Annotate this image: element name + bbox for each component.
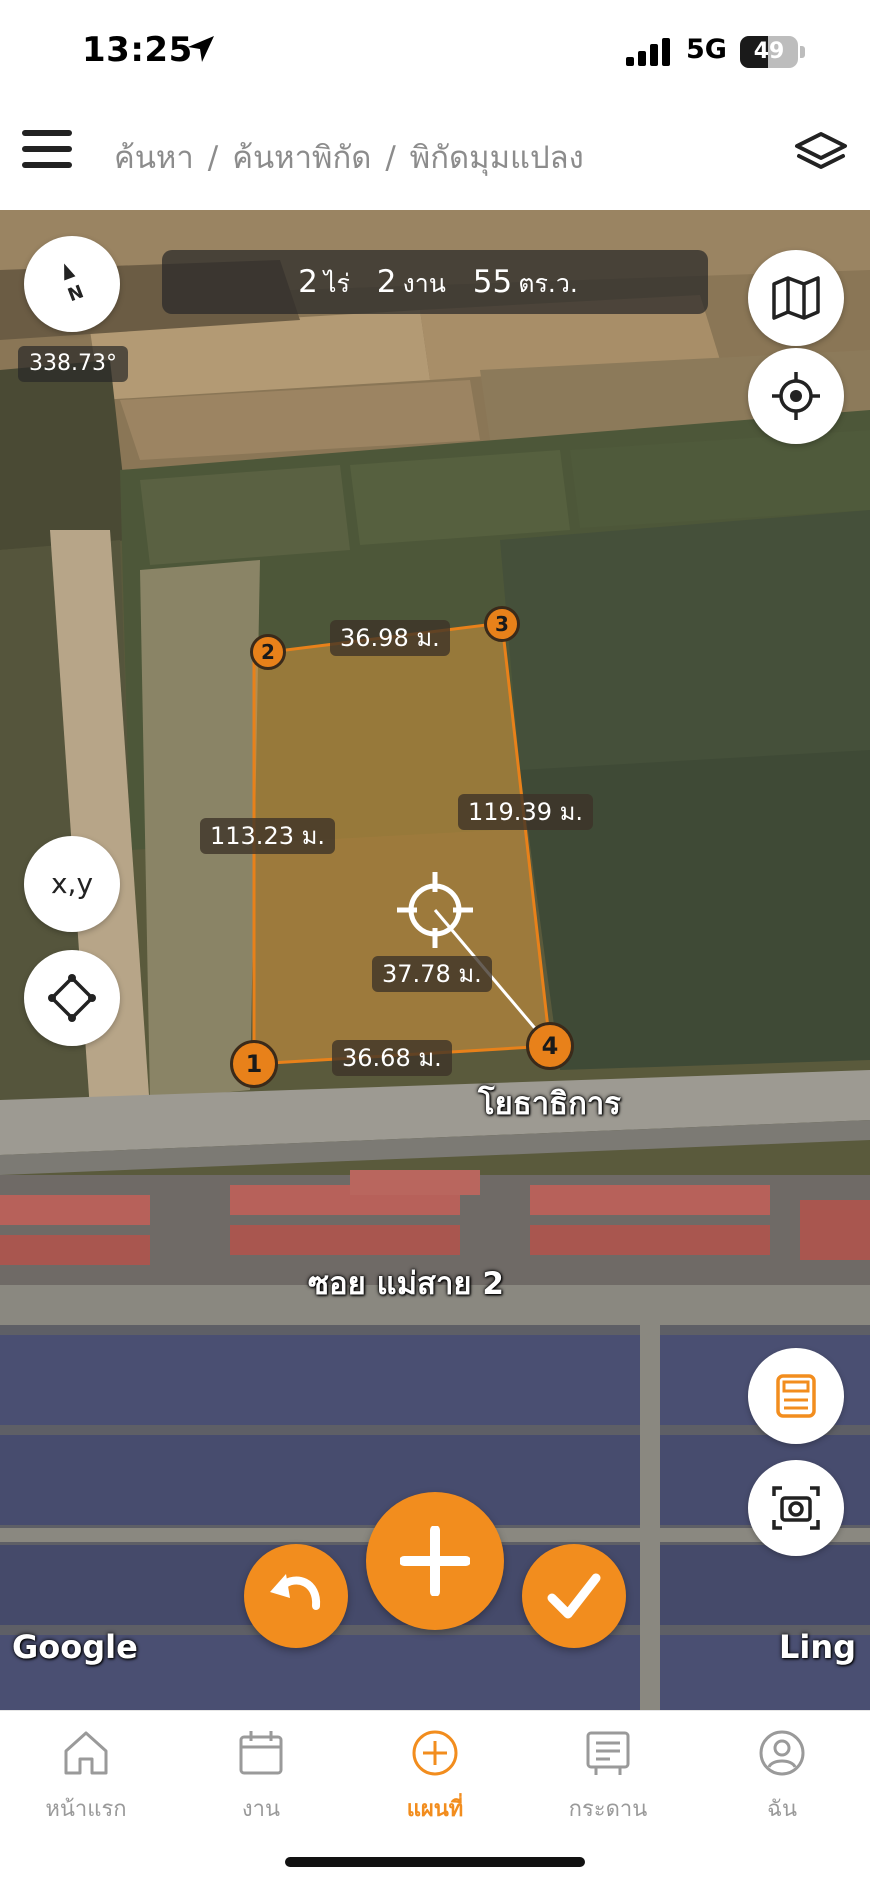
vertex-marker-2[interactable]: 2 xyxy=(250,634,286,670)
plus-circle-icon xyxy=(412,1730,458,1776)
crosshair-gps-icon xyxy=(772,372,820,420)
distance-label-cursor: 37.78 ม. xyxy=(372,956,492,992)
breadcrumb-item-plot-corners: พิกัดมุมแปลง xyxy=(409,140,584,176)
area-ngan-unit: งาน xyxy=(402,269,446,298)
plus-icon xyxy=(400,1526,470,1596)
distance-label-left: 113.23 ม. xyxy=(200,818,336,854)
vertex-marker-1[interactable]: 1 xyxy=(230,1040,278,1088)
bottom-navigation: หน้าแรก งาน แผนที่ กระดาน ฉัน xyxy=(0,1710,870,1881)
my-location-button[interactable] xyxy=(748,348,844,444)
road-label-soi: ซอย แม่สาย 2 xyxy=(308,1266,504,1302)
camera-capture-icon xyxy=(772,1486,820,1530)
compass-north-label: N xyxy=(65,281,87,306)
nav-label-profile: ฉัน xyxy=(766,1797,798,1822)
google-attribution: Google xyxy=(12,1628,138,1666)
satellite-map[interactable]: 2 ไร่ 2 งาน 55 ตร.ว. N 338.73° x,y 36.98… xyxy=(0,210,870,1710)
nav-item-home[interactable]: หน้าแรก xyxy=(11,1727,161,1827)
nav-label-board: กระดาน xyxy=(568,1797,648,1822)
undo-button[interactable] xyxy=(244,1544,348,1648)
nav-item-board[interactable]: กระดาน xyxy=(533,1727,683,1827)
basemap-button[interactable] xyxy=(748,250,844,346)
road-label-main: โยธาธิการ xyxy=(478,1086,621,1122)
confirm-button[interactable] xyxy=(522,1544,626,1648)
nav-item-map[interactable]: แผนที่ xyxy=(360,1727,510,1827)
signal-icon xyxy=(626,38,670,66)
calendar-icon xyxy=(239,1731,283,1775)
nav-label-home: หน้าแรก xyxy=(45,1797,127,1822)
breadcrumb: ค้นหา / ค้นหาพิกัด / พิกัดมุมแปลง xyxy=(114,132,584,182)
home-indicator xyxy=(285,1857,585,1867)
breadcrumb-separator: / xyxy=(207,140,219,176)
board-icon xyxy=(586,1731,630,1775)
compass-icon: N xyxy=(64,263,87,306)
nav-item-tasks[interactable]: งาน xyxy=(186,1727,336,1827)
heading-readout: 338.73° xyxy=(18,346,128,382)
xy-coordinate-button[interactable]: x,y xyxy=(24,836,120,932)
calculator-button[interactable] xyxy=(748,1348,844,1444)
layers-icon[interactable] xyxy=(794,130,848,176)
home-icon xyxy=(64,1731,108,1775)
undo-icon xyxy=(270,1574,321,1610)
add-point-button[interactable] xyxy=(366,1492,504,1630)
nav-item-profile[interactable]: ฉัน xyxy=(707,1727,857,1827)
area-ngan-value: 2 xyxy=(376,264,397,300)
vertex-marker-3[interactable]: 3 xyxy=(484,606,520,642)
app-header: ค้นหา / ค้นหาพิกัด / พิกัดมุมแปลง xyxy=(0,100,870,210)
network-type: 5G xyxy=(686,34,727,65)
hamburger-icon xyxy=(22,130,74,168)
area-rai-unit: ไร่ xyxy=(323,269,350,298)
battery-percent: 49 xyxy=(753,39,785,64)
status-time: 13:25 xyxy=(82,30,193,70)
distance-label-bottom: 36.68 ม. xyxy=(332,1040,452,1076)
compass-button[interactable]: N xyxy=(24,236,120,332)
breadcrumb-item-search[interactable]: ค้นหา xyxy=(114,140,194,176)
location-arrow-icon xyxy=(188,36,214,62)
distance-label-right: 119.39 ม. xyxy=(458,794,594,830)
vertex-marker-4[interactable]: 4 xyxy=(526,1022,574,1070)
screenshot-button[interactable] xyxy=(748,1460,844,1556)
breadcrumb-separator: / xyxy=(385,140,396,176)
map-icon xyxy=(772,276,820,320)
user-watermark: Ling xyxy=(778,1628,856,1666)
map-center-crosshair-icon xyxy=(397,872,473,948)
breadcrumb-item-search-coordinates[interactable]: ค้นหาพิกัด xyxy=(232,140,371,176)
area-rai-value: 2 xyxy=(298,264,318,300)
check-icon xyxy=(547,1573,601,1619)
menu-button[interactable] xyxy=(22,130,74,174)
calculator-icon xyxy=(776,1374,816,1418)
distance-label-top: 36.98 ม. xyxy=(330,620,450,656)
area-wa-value: 55 xyxy=(472,264,513,300)
area-summary: 2 ไร่ 2 งาน 55 ตร.ว. xyxy=(162,250,708,314)
diamond-vertex-icon xyxy=(48,974,96,1022)
vertex-mode-button[interactable] xyxy=(24,950,120,1046)
user-icon xyxy=(759,1730,805,1776)
nav-label-map: แผนที่ xyxy=(406,1797,464,1822)
nav-label-tasks: งาน xyxy=(241,1797,281,1822)
battery-indicator: 49 xyxy=(740,36,806,68)
area-wa-unit: ตร.ว. xyxy=(518,269,578,298)
status-bar: 13:25 5G 49 xyxy=(0,0,870,100)
